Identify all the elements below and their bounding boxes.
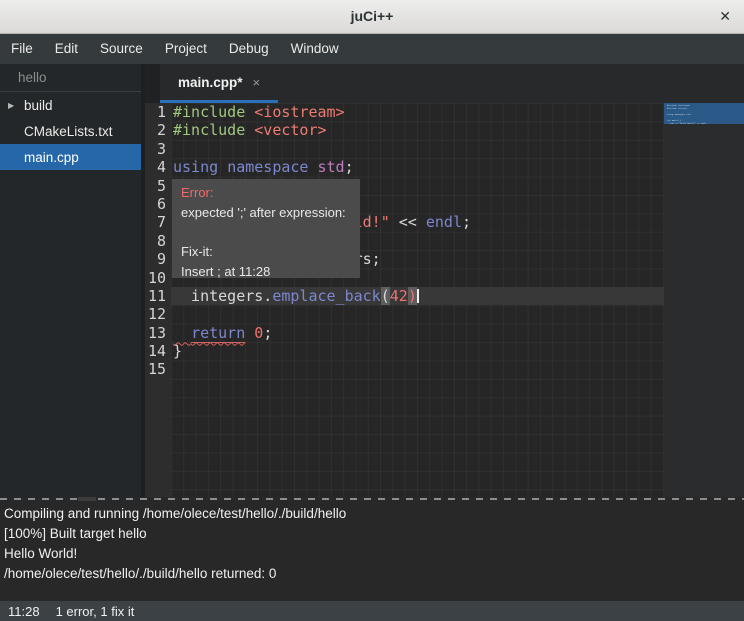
tree-item-build[interactable]: ▶build — [0, 92, 141, 118]
menu-debug[interactable]: Debug — [218, 34, 280, 64]
tree-item-label: build — [24, 98, 53, 113]
tooltip-error-message: expected ';' after expression: — [181, 204, 351, 221]
code-line[interactable]: using namespace std; — [171, 158, 664, 176]
titlebar: juCi++ ✕ — [0, 0, 744, 34]
menu-project[interactable]: Project — [154, 34, 218, 64]
line-number: 5 — [145, 177, 171, 195]
code-line[interactable] — [171, 360, 664, 378]
code-line[interactable]: integers.emplace_back(42) — [171, 287, 664, 305]
menu-edit[interactable]: Edit — [44, 34, 89, 64]
line-number: 9 — [145, 250, 171, 268]
code-line[interactable] — [171, 305, 664, 323]
output-line: Hello World! — [4, 544, 740, 564]
file-tree: ▶build CMakeLists.txt main.cpp — [0, 92, 141, 170]
expander-icon[interactable]: ▶ — [8, 101, 24, 110]
pane-divider-handle[interactable] — [78, 497, 96, 501]
line-number: 4 — [145, 158, 171, 176]
tab-bar: main.cpp* × — [145, 64, 744, 103]
tab-close-icon[interactable]: × — [252, 75, 260, 90]
menu-file[interactable]: File — [0, 34, 44, 64]
diagnostics-status: 1 error, 1 fix it — [56, 604, 135, 619]
tree-item-label: CMakeLists.txt — [24, 124, 113, 139]
line-number: 15 — [145, 360, 171, 378]
line-number: 14 — [145, 342, 171, 360]
window-title: juCi++ — [0, 0, 744, 33]
text-cursor — [417, 289, 419, 303]
close-icon[interactable]: ✕ — [719, 0, 731, 33]
minimap-viewport[interactable]: #include <iostream>#include <vector> usi… — [664, 103, 744, 124]
code-line[interactable] — [171, 140, 664, 158]
status-bar: 11:28 1 error, 1 fix it — [0, 601, 744, 621]
minimap-line: cout << "Hello World!" << endl; — [667, 123, 741, 124]
line-number: 11 — [145, 287, 171, 305]
line-number: 1 — [145, 103, 171, 121]
line-number: 10 — [145, 269, 171, 287]
code-line[interactable]: } — [171, 342, 664, 360]
pane-divider-horizontal[interactable] — [0, 497, 744, 501]
tooltip-error-label: Error: — [181, 184, 351, 201]
output-line: [100%] Built target hello — [4, 524, 740, 544]
tree-item-label: main.cpp — [24, 150, 79, 165]
editor-notebook: main.cpp* × 123456789101112131415 #inclu… — [145, 64, 744, 497]
line-number-gutter: 123456789101112131415 — [145, 103, 171, 497]
menu-source[interactable]: Source — [89, 34, 154, 64]
build-output[interactable]: Compiling and running /home/olece/test/h… — [0, 501, 744, 601]
tree-item-main-cpp[interactable]: main.cpp — [0, 144, 141, 170]
app-window: juCi++ ✕ FileEditSourceProjectDebugWindo… — [0, 0, 744, 621]
line-number: 2 — [145, 121, 171, 139]
main-paned: hello ▶build CMakeLists.txt main.cpp main.… — [0, 64, 744, 497]
minimap[interactable]: #include <iostream>#include <vector> usi… — [664, 103, 744, 497]
line-number: 7 — [145, 213, 171, 231]
tooltip-fixit-label: Fix-it: — [181, 243, 351, 260]
line-number: 6 — [145, 195, 171, 213]
project-name: hello — [0, 64, 141, 92]
cursor-position: 11:28 — [8, 604, 40, 619]
output-line: Compiling and running /home/olece/test/h… — [4, 504, 740, 524]
line-number: 13 — [145, 324, 171, 342]
tab-label: main.cpp* — [178, 75, 243, 90]
editor-area: 123456789101112131415 #include <iostream… — [145, 103, 744, 497]
tab-bar-notch — [145, 64, 160, 103]
tooltip-fixit-message: Insert ; at 11:28 — [181, 263, 351, 278]
code-line[interactable]: #include <vector> — [171, 121, 664, 139]
sidebar: hello ▶build CMakeLists.txt main.cpp — [0, 64, 141, 497]
line-number: 12 — [145, 305, 171, 323]
menubar: FileEditSourceProjectDebugWindow — [0, 34, 744, 64]
tab-main-cpp[interactable]: main.cpp* × — [160, 64, 278, 100]
menu-window[interactable]: Window — [280, 34, 350, 64]
line-number: 8 — [145, 232, 171, 250]
code-line[interactable]: return 0; — [171, 324, 664, 342]
output-line: /home/olece/test/hello/./build/hello ret… — [4, 564, 740, 584]
line-number: 3 — [145, 140, 171, 158]
tree-item-cmakelists-txt[interactable]: CMakeLists.txt — [0, 118, 141, 144]
diagnostic-tooltip: Error: expected ';' after expression: Fi… — [172, 179, 360, 278]
code-line[interactable]: #include <iostream> — [171, 103, 664, 121]
code-view[interactable]: #include <iostream>#include <vector> usin… — [171, 103, 664, 497]
